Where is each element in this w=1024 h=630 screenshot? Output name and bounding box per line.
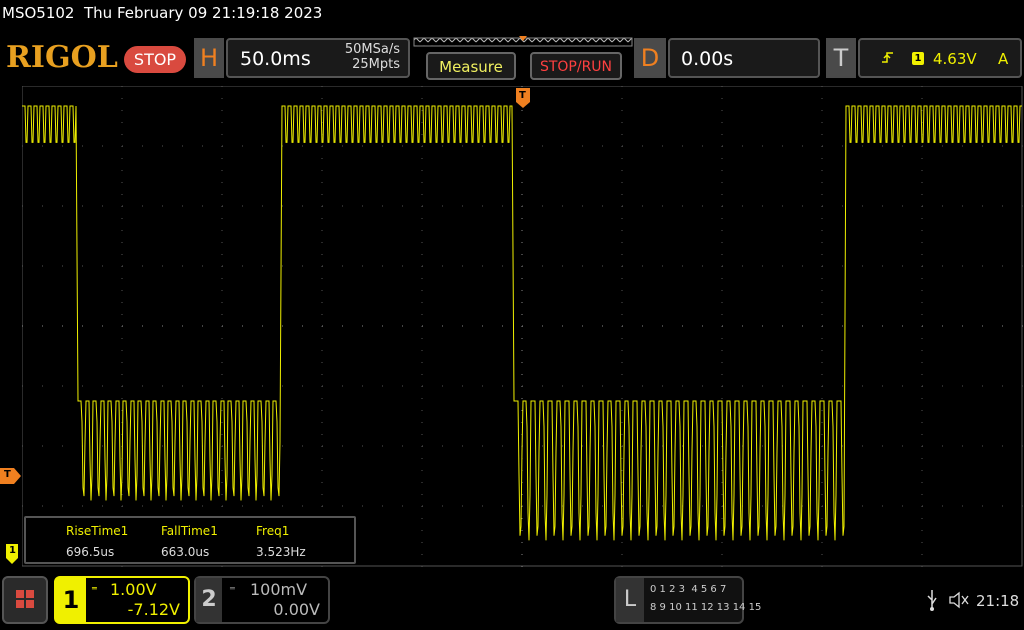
delay-value: 0.00s [681, 48, 734, 70]
trigger-mode: A [998, 50, 1009, 68]
ch1-ground-label: 1 [9, 545, 16, 556]
trigger-level-label: T [4, 469, 11, 480]
channel2-number: 2 [196, 578, 222, 622]
waveform-display[interactable] [22, 86, 1024, 568]
dc-coupling-icon: ═ [230, 584, 235, 593]
channel1-offset: -7.12V [127, 600, 180, 619]
usb-icon [927, 590, 937, 611]
menu-button[interactable] [2, 576, 48, 624]
trigger-source-badge: 1 [912, 52, 924, 65]
trigger-edge-icon [882, 52, 893, 63]
measure-value-freq: 3.523Hz [256, 545, 306, 559]
channel2-panel[interactable]: 2 ═ 100mV 0.00V [194, 576, 330, 624]
title-bar: MSO5102 [2, 4, 75, 22]
sample-rate: 50MSa/s [344, 42, 400, 57]
trigger-level: 4.63V [933, 50, 977, 68]
memory-bar [413, 36, 633, 47]
channel1-panel[interactable]: 1 ═ 1.00V -7.12V [54, 576, 190, 624]
brand-logo: RIGOL [6, 40, 118, 75]
trigger-position-label: T [519, 90, 526, 101]
run-state-badge[interactable]: STOP [124, 46, 186, 73]
logic-key: L [616, 578, 644, 622]
channel1-scale: 1.00V [110, 580, 157, 599]
sample-info: 50MSa/s 25Mpts [300, 42, 400, 72]
trigger-key[interactable]: T [826, 38, 856, 78]
logic-channels-high: 8 9 10 11 12 13 14 15 [650, 602, 762, 613]
measure-value-rise: 696.5us [66, 545, 115, 559]
delay-key[interactable]: D [634, 38, 666, 78]
logic-panel[interactable]: L 0 1 2 3 4 5 6 7 8 9 10 11 12 13 14 15 [614, 576, 761, 624]
measure-header-rise: RiseTime1 [66, 524, 129, 538]
channel2-offset: 0.00V [273, 600, 320, 619]
channel1-number: 1 [56, 578, 86, 622]
measure-value-fall: 663.0us [161, 545, 210, 559]
logic-channels-low: 0 1 2 3 4 5 6 7 [650, 584, 727, 595]
datetime: Thu February 09 21:19:18 2023 [84, 4, 323, 22]
clock: 21:18 [976, 592, 1020, 610]
stop-run-button[interactable]: STOP/RUN [530, 52, 622, 80]
measurement-panel[interactable]: RiseTime1 FallTime1 Freq1 696.5us 663.0u… [24, 516, 356, 564]
horizontal-key[interactable]: H [194, 38, 224, 78]
channel2-scale: 100mV [250, 580, 308, 599]
mute-icon[interactable] [948, 590, 972, 610]
measure-button[interactable]: Measure [426, 52, 516, 80]
memory-depth: 25Mpts [352, 57, 400, 72]
dc-coupling-icon: ═ [92, 584, 97, 593]
menu-icon [16, 590, 34, 608]
measure-header-freq: Freq1 [256, 524, 290, 538]
measure-header-fall: FallTime1 [161, 524, 218, 538]
